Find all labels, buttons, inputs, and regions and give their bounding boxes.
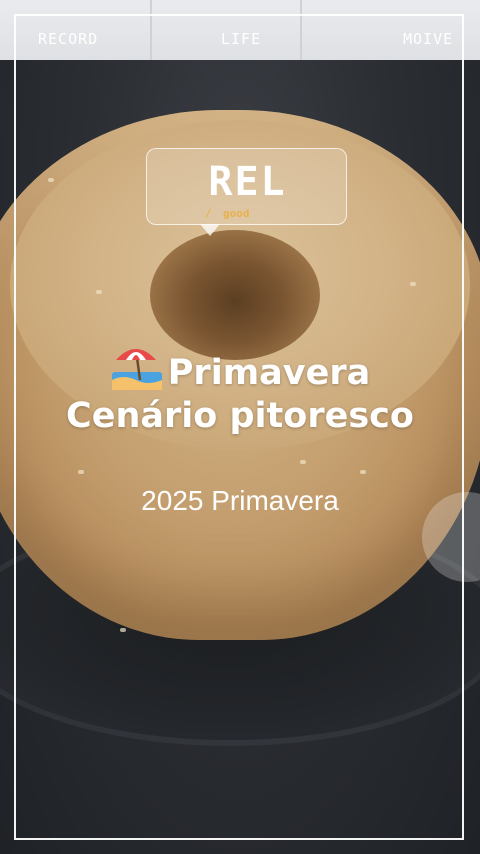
headline-line-1: Primavera bbox=[0, 340, 480, 393]
speech-bubble-tail bbox=[200, 224, 220, 236]
subtitle-year: 2025 Primavera bbox=[141, 485, 339, 516]
nav-record: RECORD bbox=[38, 30, 99, 48]
nav-life: LIFE bbox=[221, 30, 262, 48]
speech-bubble-sticker: REL / good bbox=[146, 148, 347, 225]
headline-line-2: Cenário pitoresco bbox=[66, 396, 414, 436]
headline-text-1: Primavera bbox=[167, 353, 371, 393]
nav-movie: MOIVE bbox=[403, 30, 454, 48]
sticker-slash: / bbox=[205, 207, 212, 220]
beach-umbrella-icon bbox=[110, 340, 166, 392]
sticker-title: REL bbox=[208, 159, 287, 205]
sticker-subtitle: good bbox=[223, 207, 250, 220]
